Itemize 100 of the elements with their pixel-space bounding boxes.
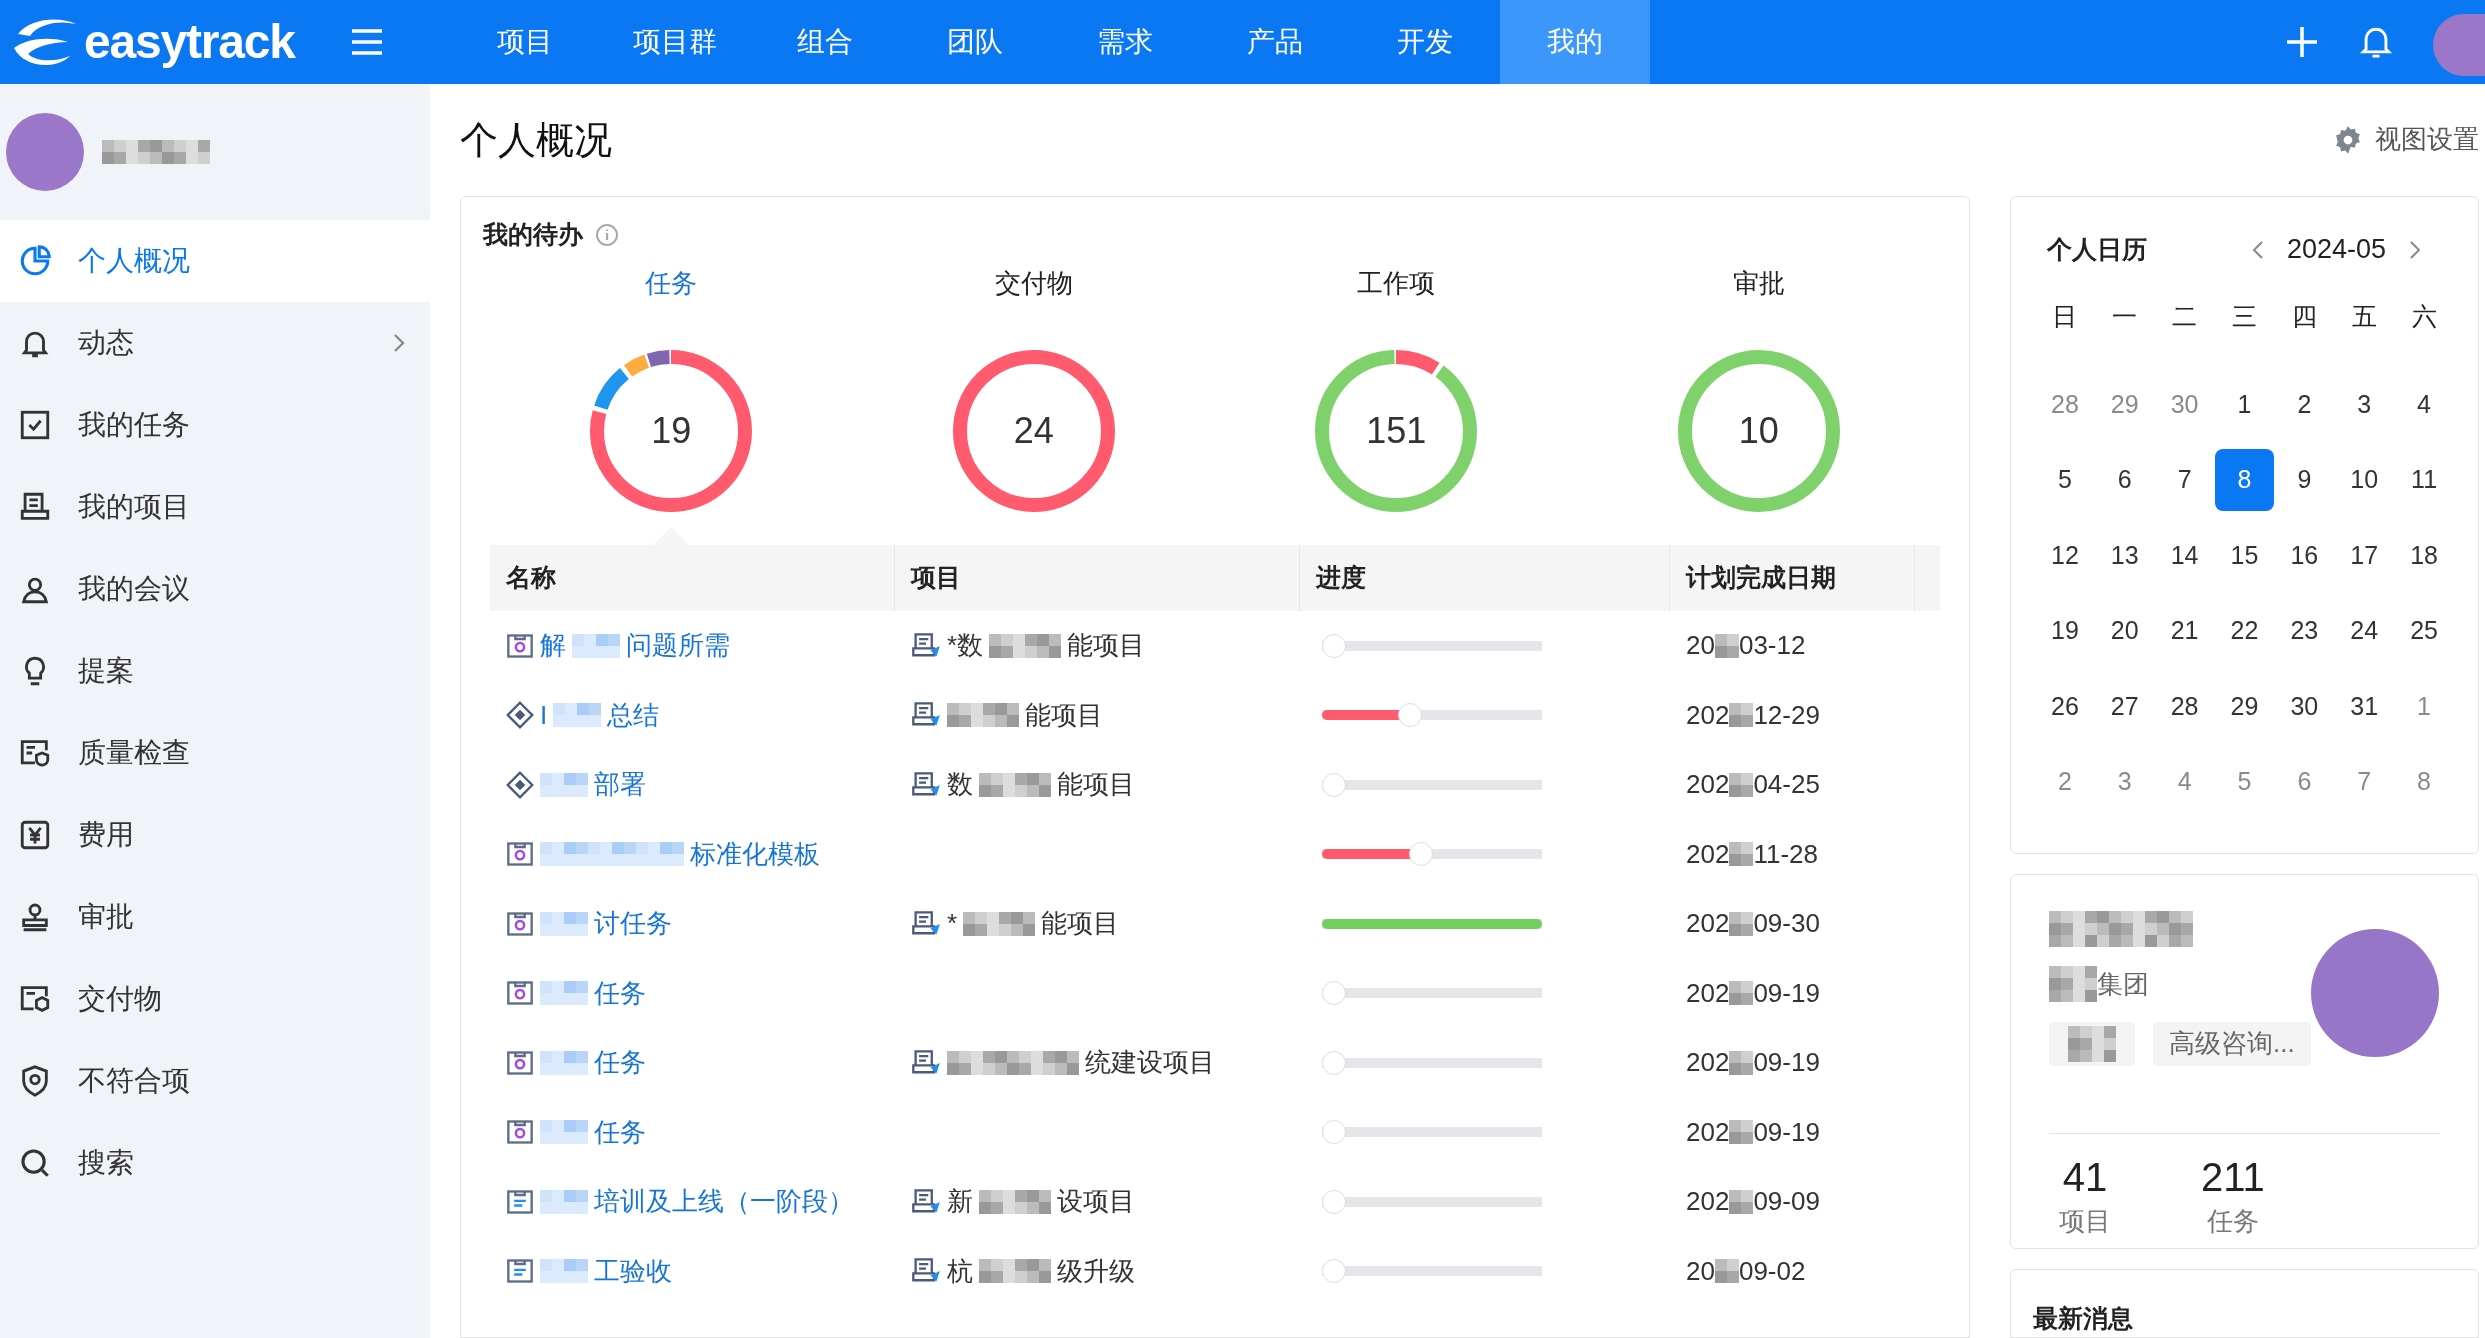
calendar-day[interactable]: 16 (2274, 524, 2335, 587)
column-header[interactable]: 计划完成日期 (1670, 545, 1915, 611)
due-date: 12-29 (1753, 698, 1820, 732)
sidebar-item[interactable]: 质量检查 (0, 712, 430, 794)
due-date: 04-25 (1753, 768, 1820, 802)
tab[interactable]: 任务 (645, 263, 698, 303)
calendar-day[interactable]: 18 (2394, 524, 2454, 587)
info-icon[interactable] (595, 223, 619, 247)
calendar-day[interactable]: 4 (2394, 373, 2454, 436)
sidebar-item[interactable]: 提案 (0, 630, 430, 712)
pixelated-blur (1729, 772, 1754, 797)
calendar-day[interactable]: 11 (2394, 448, 2454, 511)
chevron-right-icon[interactable] (2408, 238, 2422, 261)
calendar-day[interactable]: 25 (2394, 599, 2454, 662)
calendar-day[interactable]: 26 (2035, 675, 2095, 738)
task-icon (506, 840, 534, 869)
tab[interactable]: 审批 (1732, 263, 1785, 303)
task-link[interactable]: 部署 (594, 765, 646, 805)
nav-tab[interactable]: 需求 (1050, 0, 1200, 84)
add-icon[interactable] (2285, 25, 2319, 59)
task-link[interactable]: 任务 (594, 973, 646, 1013)
weekday-label: 四 (2290, 300, 2318, 332)
calendar-day[interactable]: 15 (2214, 524, 2275, 587)
nav-tab[interactable]: 项目群 (600, 0, 750, 84)
calendar-day[interactable]: 7 (2154, 448, 2215, 511)
due-date: 09-19 (1753, 1115, 1820, 1149)
view-settings-button[interactable]: 视图设置 (2010, 84, 2479, 196)
nav-tab[interactable]: 项目 (450, 0, 600, 84)
menu-icon[interactable] (350, 28, 384, 56)
task-link[interactable]: 标准化模板 (690, 834, 820, 874)
pixelated-blur (1729, 842, 1754, 867)
page-title: 个人概况 (460, 117, 613, 163)
task-name-fragment[interactable]: I (540, 695, 548, 735)
column-header[interactable]: 进度 (1300, 545, 1670, 611)
task-link[interactable]: 工验收 (594, 1251, 672, 1291)
calendar-day[interactable]: 6 (2094, 448, 2155, 511)
chevron-left-icon[interactable] (2250, 238, 2265, 261)
column-header[interactable]: 名称 (490, 545, 895, 611)
date-fragment: 202 (1686, 837, 1730, 871)
calendar-day[interactable]: 27 (2094, 675, 2155, 738)
weekday-label: 五 (2350, 300, 2378, 332)
nav-tab[interactable]: 团队 (900, 0, 1050, 84)
calendar-day[interactable]: 23 (2274, 599, 2335, 662)
tab[interactable]: 交付物 (994, 263, 1073, 303)
due-date: 09-19 (1753, 976, 1820, 1010)
task-name-fragment[interactable]: 解 (540, 626, 566, 666)
document-icon (506, 1187, 534, 1216)
pixelated-blur (1714, 633, 1739, 658)
pixelated-blur (1729, 981, 1754, 1006)
calendar-day[interactable]: 28 (2154, 675, 2215, 738)
date-fragment: 202 (1686, 768, 1730, 802)
sidebar-item[interactable]: 交付物 (0, 958, 430, 1040)
stat-label: 项目 (2059, 1204, 2111, 1238)
calendar-day[interactable]: 2 (2274, 373, 2335, 436)
nav-tab[interactable]: 开发 (1350, 0, 1500, 84)
sidebar-item[interactable]: 不符合项 (0, 1040, 430, 1122)
calendar-day[interactable]: 21 (2154, 599, 2215, 662)
nav-tab[interactable]: 组合 (750, 0, 900, 84)
task-link[interactable]: 讨任务 (594, 904, 672, 944)
sidebar-item[interactable]: 个人概况 (0, 220, 430, 302)
calendar-day[interactable]: 22 (2214, 599, 2275, 662)
project-name: 能项目 (1041, 907, 1120, 941)
calendar-day[interactable]: 8 (2214, 448, 2275, 511)
task-link[interactable]: 问题所需 (626, 626, 730, 666)
sidebar-item[interactable]: 我的项目 (0, 466, 430, 548)
calendar-day[interactable]: 30 (2274, 675, 2335, 738)
calendar-day[interactable]: 9 (2274, 448, 2335, 511)
stat-label: 任务 (2206, 1204, 2259, 1238)
sidebar-item[interactable]: 我的会议 (0, 548, 430, 630)
calendar-day[interactable]: 5 (2035, 448, 2095, 511)
due-date: 09-30 (1753, 907, 1820, 941)
calendar-day[interactable]: 20 (2094, 599, 2155, 662)
task-link[interactable]: 培训及上线（一阶段） (594, 1182, 854, 1222)
tab[interactable]: 工作项 (1357, 263, 1436, 303)
sidebar-item[interactable]: 审批 (0, 876, 430, 958)
project-name-fragment: 新 (947, 1185, 973, 1219)
sidebar-item[interactable]: 搜索 (0, 1122, 430, 1204)
calendar-day[interactable]: 31 (2334, 675, 2395, 738)
sidebar-item[interactable]: 动态 (0, 302, 430, 384)
task-link[interactable]: 任务 (594, 1112, 646, 1152)
card-title: 个人日历 (2047, 233, 2148, 265)
calendar-day[interactable]: 12 (2035, 524, 2095, 587)
weekday-label: 二 (2171, 300, 2199, 332)
calendar-day[interactable]: 3 (2334, 373, 2395, 436)
calendar-day[interactable]: 14 (2154, 524, 2215, 587)
card-title: 最新消息 (2033, 1303, 2133, 1332)
calendar-day[interactable]: 10 (2334, 448, 2395, 511)
date-fragment: 20 (1686, 1254, 1715, 1288)
calendar-day[interactable]: 24 (2334, 599, 2395, 662)
calendar-day[interactable]: 1 (2214, 373, 2275, 436)
column-header[interactable]: 项目 (895, 545, 1300, 611)
sidebar-item[interactable]: 我的任务 (0, 384, 430, 466)
nav-tab[interactable]: 产品 (1200, 0, 1350, 84)
calendar-day[interactable]: 13 (2094, 524, 2155, 587)
calendar-day[interactable]: 17 (2334, 524, 2395, 587)
task-link[interactable]: 总结 (607, 695, 660, 735)
sidebar-item[interactable]: 费用 (0, 794, 430, 876)
calendar-day[interactable]: 19 (2035, 599, 2095, 662)
calendar-day[interactable]: 29 (2214, 675, 2275, 738)
task-link[interactable]: 任务 (594, 1043, 646, 1083)
